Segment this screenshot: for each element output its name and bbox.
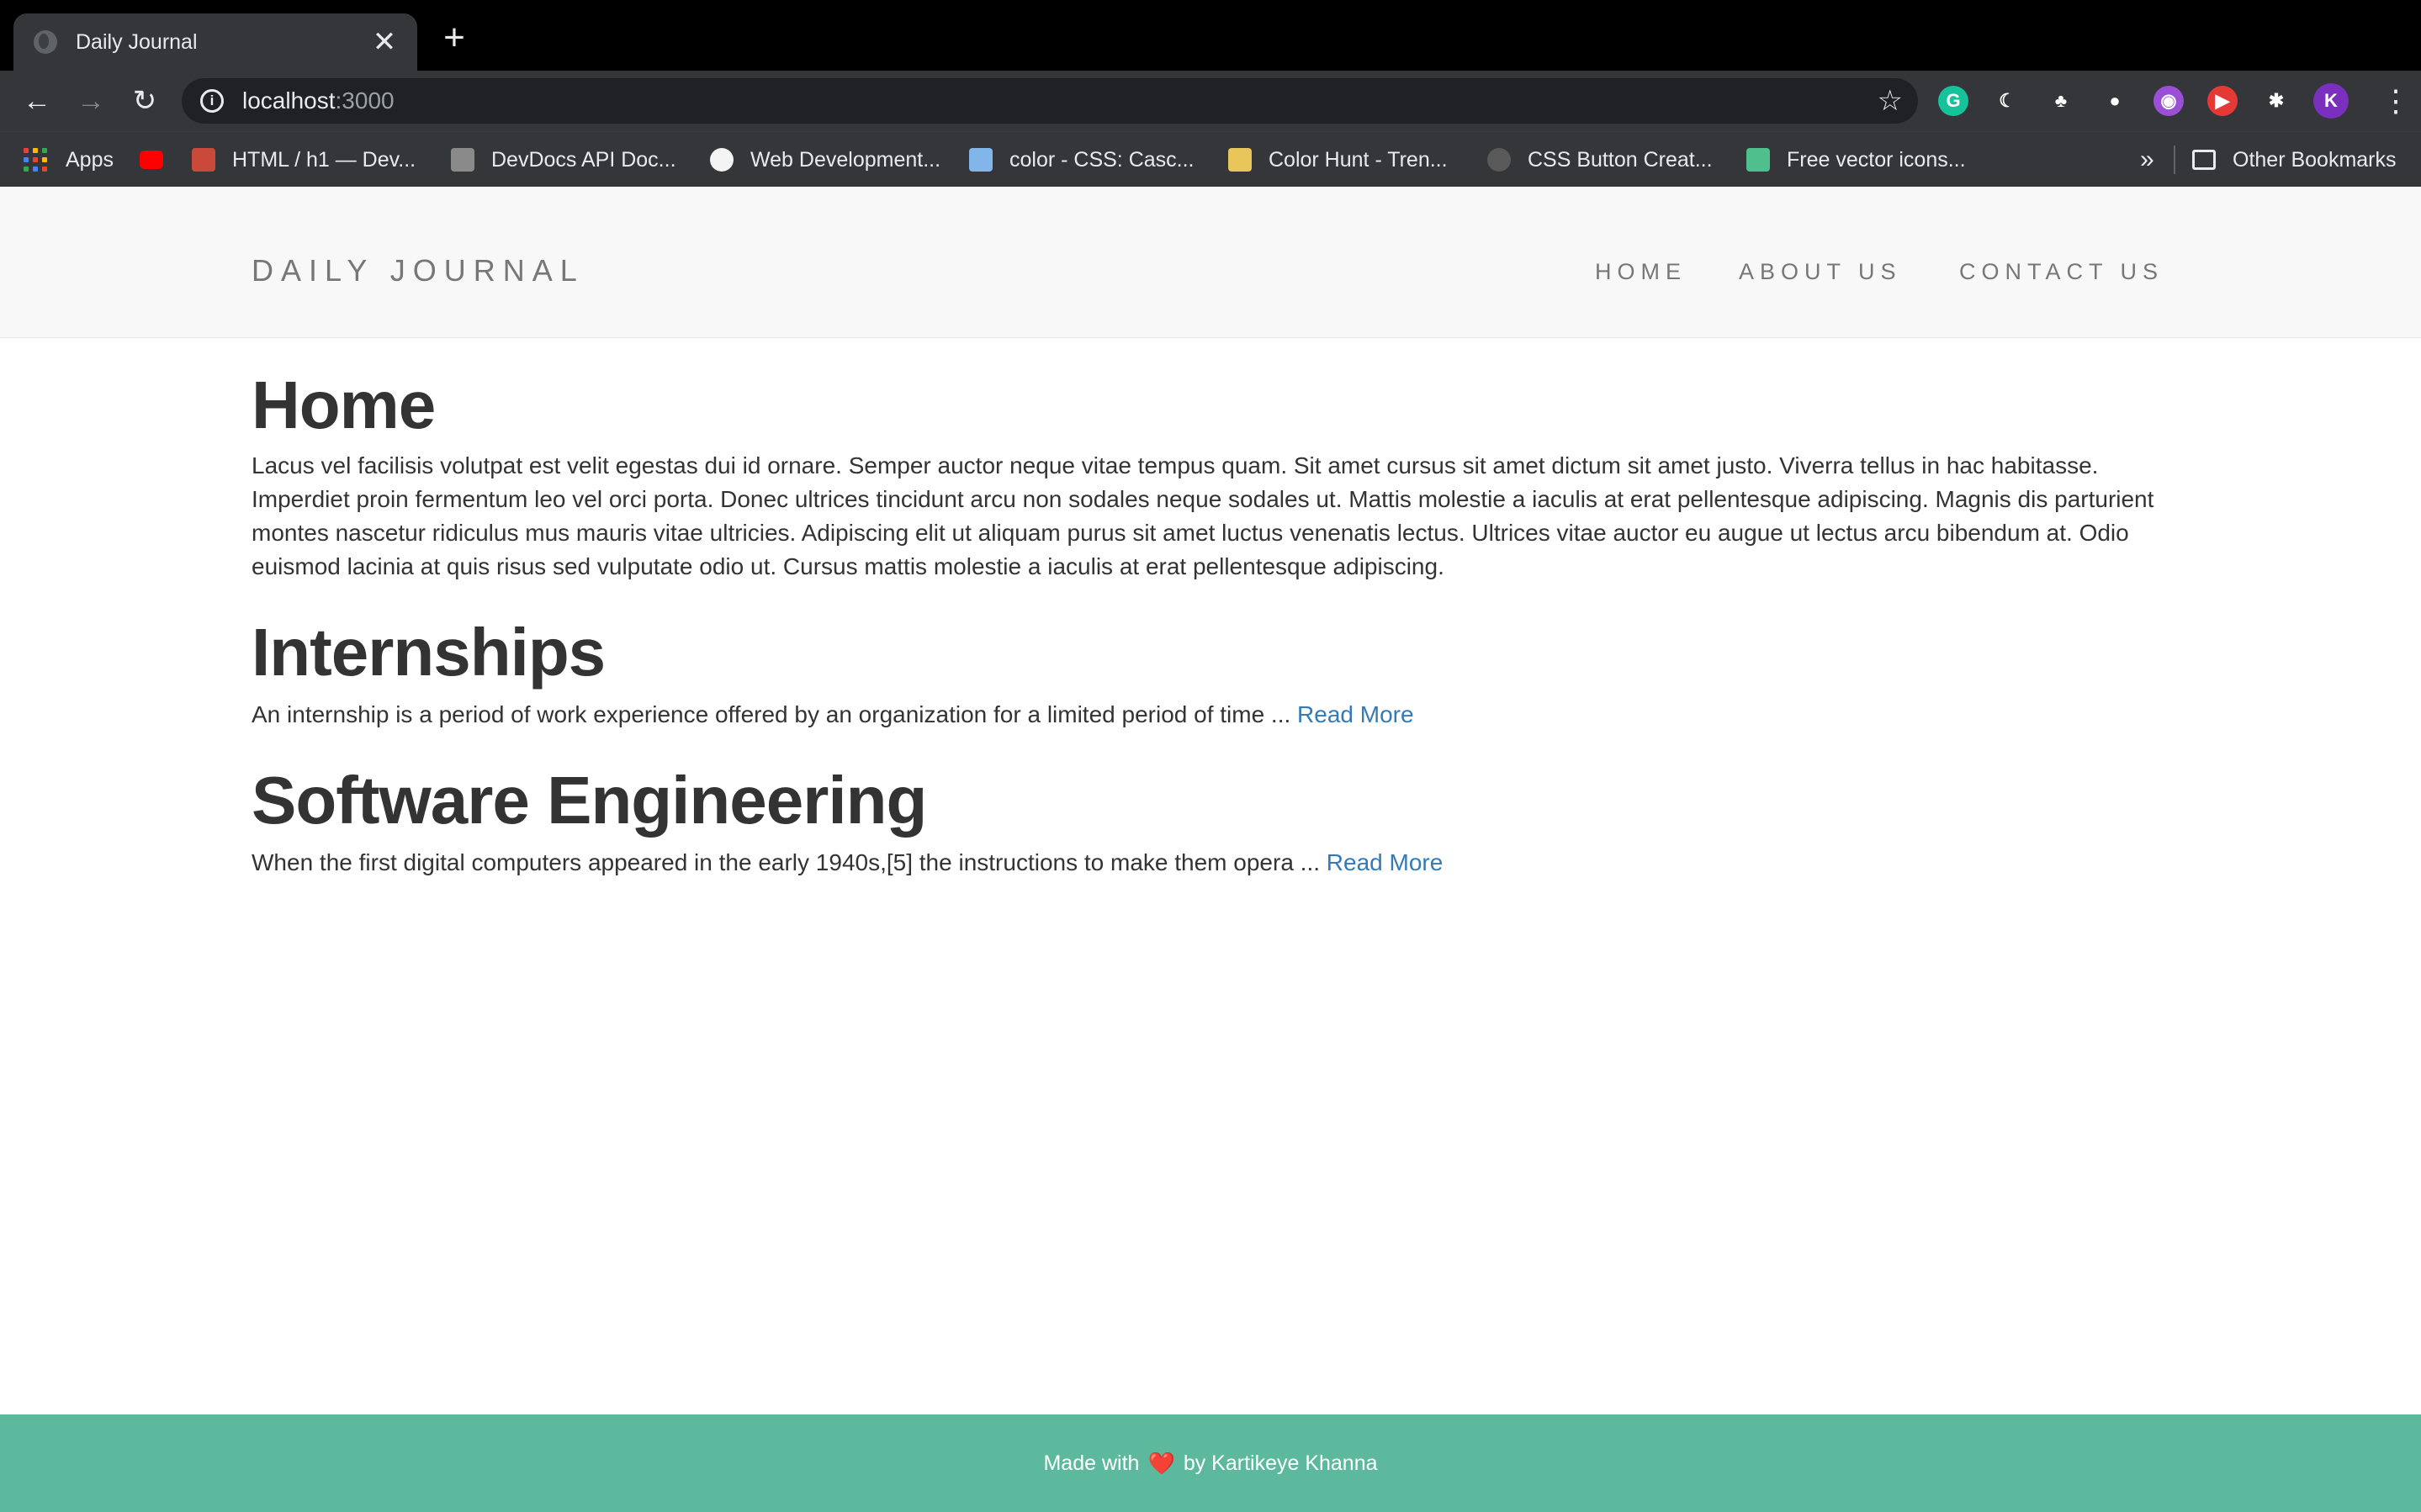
bookmark-apps[interactable]: Apps	[24, 132, 114, 188]
footer-prefix: Made with	[1043, 1451, 1140, 1475]
post-excerpt-internships: An internship is a period of work experi…	[252, 698, 2169, 732]
grammarly-extension-icon[interactable]: G	[1938, 86, 1968, 116]
dark-mode-extension-icon[interactable]: ☾	[1992, 86, 2022, 116]
folder-icon	[2192, 150, 2216, 170]
tab-strip: Daily Journal ✕ +	[0, 0, 2421, 71]
post-title-internships: Internships	[252, 615, 606, 690]
puzzle-extension-icon[interactable]: ✱	[2261, 86, 2291, 116]
close-tab-icon[interactable]: ✕	[372, 28, 397, 56]
bookmarks-bar: Apps HTML / h1 — Dev... DevDocs API Doc.…	[0, 131, 2421, 187]
bookmarks-divider	[2174, 145, 2175, 174]
devdocs-icon	[451, 148, 474, 172]
tab-daily-journal[interactable]: Daily Journal ✕	[13, 13, 417, 71]
browser-toolbar: ← → ↻ i localhost :3000 ☆ G ☾ ♣ ● ◉ ▶ ✱ K ⋮	[0, 71, 2421, 131]
tab-title: Daily Journal	[76, 29, 198, 54]
other-bookmarks-label: Other Bookmarks	[2233, 147, 2397, 172]
profile-avatar[interactable]: K	[2313, 83, 2349, 119]
youtube-icon	[140, 151, 163, 169]
heart-icon: ❤️	[1147, 1450, 1175, 1476]
main-content: Home Lacus vel facilisis volutpat est ve…	[252, 338, 2169, 880]
nav-contact-us[interactable]: CONTACT US	[1959, 259, 2164, 285]
url-port: :3000	[335, 87, 395, 114]
video-extension-icon[interactable]: ▶	[2207, 86, 2238, 116]
tree-extension-icon[interactable]: ♣	[2046, 86, 2076, 116]
color-hunt-icon	[1228, 148, 1252, 172]
purple-extension-icon[interactable]: ◉	[2153, 86, 2184, 116]
site-brand[interactable]: DAILY JOURNAL	[252, 253, 585, 288]
other-bookmarks[interactable]: Other Bookmarks	[2192, 132, 2397, 188]
bookmark-youtube[interactable]	[140, 132, 180, 188]
reload-button[interactable]: ↻	[126, 82, 163, 119]
footer-author: by Kartikeye Khanna	[1183, 1451, 1378, 1475]
bookmark-label: color - CSS: Casc...	[1009, 147, 1195, 172]
bookmark-label: Color Hunt - Tren...	[1269, 147, 1448, 172]
bookmark-css-button-creator[interactable]: CSS Button Creat...	[1487, 132, 1713, 188]
browser-window: Daily Journal ✕ + ← → ↻ i localhost :300…	[0, 0, 2421, 187]
post-excerpt-text: When the first digital computers appeare…	[252, 849, 1327, 875]
bookmark-label: Free vector icons...	[1787, 147, 1966, 172]
site-info-icon[interactable]: i	[200, 89, 224, 113]
bookmark-label: HTML / h1 — Dev...	[232, 147, 416, 172]
bookmark-star-icon[interactable]: ☆	[1878, 84, 1903, 118]
new-tab-button[interactable]: +	[437, 19, 471, 56]
bookmark-free-vector-icons[interactable]: Free vector icons...	[1746, 132, 1966, 188]
nav-about-us[interactable]: ABOUT US	[1739, 259, 1902, 285]
forward-button[interactable]: →	[72, 82, 109, 119]
home-body: Lacus vel facilisis volutpat est velit e…	[252, 452, 2154, 579]
bookmark-color-css[interactable]: color - CSS: Casc...	[969, 132, 1195, 188]
post-excerpt-text: An internship is a period of work experi…	[252, 701, 1298, 727]
post-excerpt-software-engineering: When the first digital computers appeare…	[252, 846, 2169, 880]
page-viewport: DAILY JOURNAL HOME ABOUT US CONTACT US H…	[0, 187, 2421, 1512]
bookmark-label: Web Development...	[750, 147, 941, 172]
bookmarks-overflow-button[interactable]: »	[2140, 132, 2154, 188]
apps-grid-icon	[24, 148, 47, 172]
url-host: localhost	[242, 87, 336, 114]
post-title-software-engineering: Software Engineering	[252, 763, 927, 838]
home-heading: Home	[252, 367, 436, 442]
bookmark-label: Apps	[66, 147, 114, 172]
read-more-link-software-engineering[interactable]: Read More	[1327, 849, 1444, 875]
bookmark-label: CSS Button Creat...	[1528, 147, 1713, 172]
site-footer: Made with ❤️ by Kartikeye Khanna	[0, 1414, 2421, 1512]
address-bar[interactable]: i localhost :3000 ☆	[182, 78, 1918, 124]
flaticon-icon	[1746, 148, 1770, 172]
bookmark-html-h1[interactable]: HTML / h1 — Dev...	[192, 132, 416, 188]
site-navbar: DAILY JOURNAL HOME ABOUT US CONTACT US	[0, 187, 2421, 338]
grey-extension-icon[interactable]: ●	[2100, 86, 2130, 116]
read-more-link-internships[interactable]: Read More	[1297, 701, 1414, 727]
globe-icon	[34, 30, 57, 54]
web-dev-icon	[710, 148, 734, 172]
gear-icon	[1487, 148, 1511, 172]
bookmark-label: DevDocs API Doc...	[491, 147, 676, 172]
back-button[interactable]: ←	[19, 82, 56, 119]
bookmark-color-hunt[interactable]: Color Hunt - Tren...	[1228, 132, 1448, 188]
browser-menu-icon[interactable]: ⋮	[2381, 82, 2411, 119]
bookmark-web-development[interactable]: Web Development...	[710, 132, 940, 188]
nav-home[interactable]: HOME	[1595, 259, 1687, 285]
mdn-icon	[192, 148, 215, 172]
mdn-css-icon	[969, 148, 993, 172]
bookmark-devdocs[interactable]: DevDocs API Doc...	[451, 132, 676, 188]
